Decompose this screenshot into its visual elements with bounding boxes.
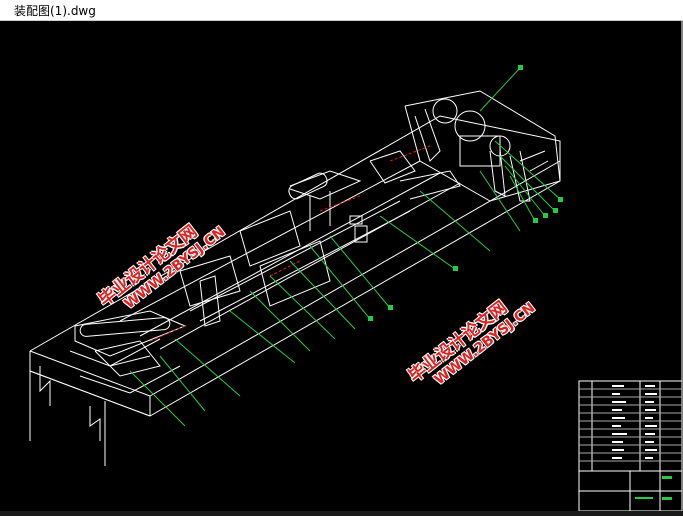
window-title: 装配图(1).dwg	[14, 3, 96, 18]
balloon-markers	[368, 65, 563, 321]
title-block	[578, 380, 683, 512]
status-strip	[0, 511, 683, 516]
drawing-canvas[interactable]: 毕业设计论文网 WWW.2BYSJ.CN 毕业设计论文网 WWW.2BYSJ.C…	[0, 21, 683, 516]
cad-drawing	[29, 21, 683, 516]
window-titlebar: 装配图(1).dwg	[0, 0, 683, 21]
